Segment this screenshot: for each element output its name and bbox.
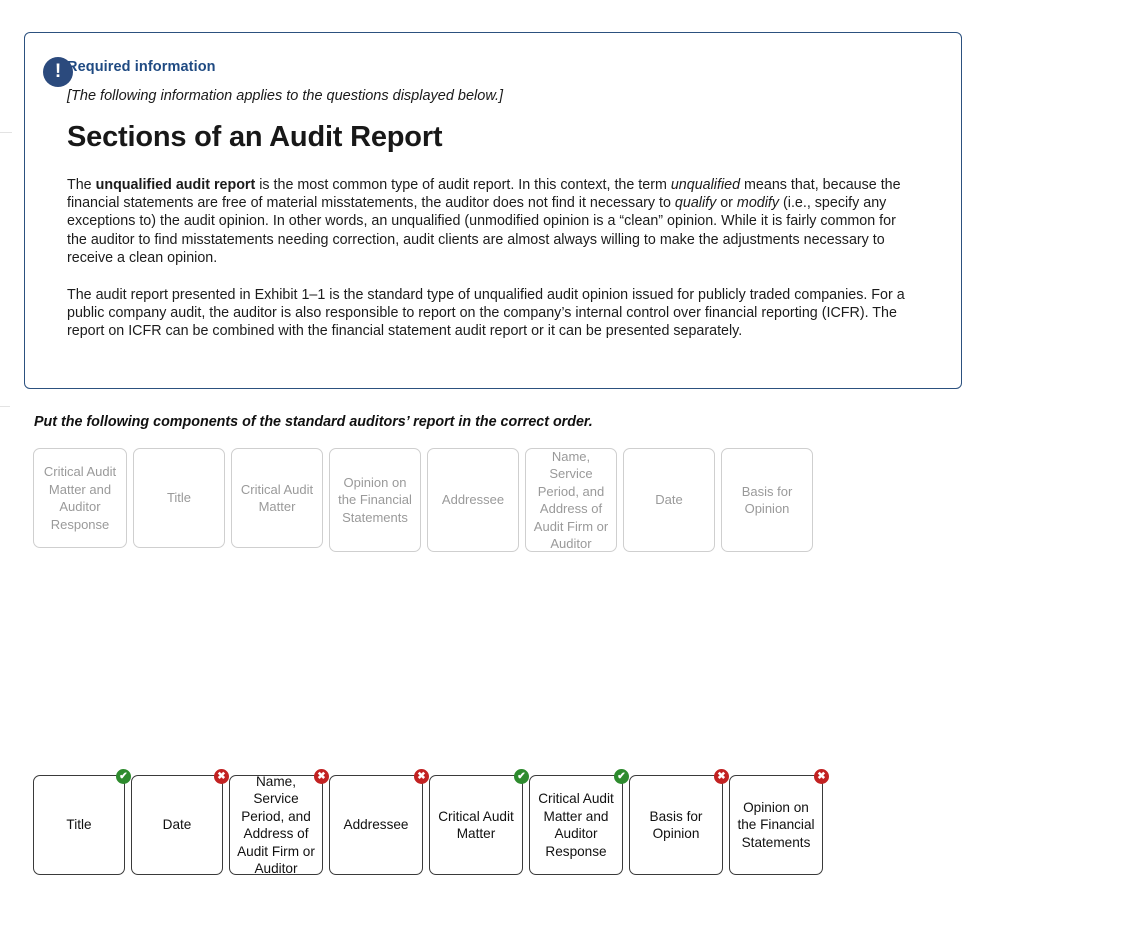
required-information-card: ! Required information [The following in… [24, 32, 962, 389]
incorrect-icon: ✖ [414, 769, 429, 784]
answer-tile[interactable]: Date ✖ [131, 769, 229, 875]
answer-tile[interactable]: Critical Audit Matter ✔ [429, 769, 529, 875]
source-tile[interactable]: Critical Audit Matter and Auditor Respon… [33, 448, 127, 548]
correct-icon: ✔ [614, 769, 629, 784]
answer-tile-row: Title ✔ Date ✖ Name, Service Period, and Add… [33, 769, 829, 877]
answer-tile[interactable]: Critical Audit Matter and Auditor Respon… [529, 769, 629, 875]
answer-tile[interactable]: Title ✔ [33, 769, 131, 875]
answer-tile[interactable]: Basis for Opinion ✖ [629, 769, 729, 875]
applies-note: [The following information applies to th… [67, 88, 504, 104]
source-tile-row: Critical Audit Matter and Auditor Respon… [33, 448, 819, 552]
incorrect-icon: ✖ [214, 769, 229, 784]
tile-label: Opinion on the Financial Statements [737, 799, 815, 850]
tile-label: Addressee [343, 817, 409, 833]
exclamation-icon: ! [43, 57, 73, 87]
tile-label: Date [655, 492, 683, 508]
incorrect-icon: ✖ [814, 769, 829, 784]
incorrect-icon: ✖ [314, 769, 329, 784]
tile-label: Date [162, 817, 192, 833]
required-information-content: Required information [The following info… [25, 33, 961, 341]
source-tile[interactable]: Title [133, 448, 225, 548]
incorrect-icon: ✖ [714, 769, 729, 784]
source-tile[interactable]: Addressee [427, 448, 519, 552]
source-tile[interactable]: Basis for Opinion [721, 448, 813, 552]
correct-icon: ✔ [514, 769, 529, 784]
question-prompt: Put the following components of the stan… [34, 414, 593, 430]
tile-label: Title [166, 490, 192, 506]
tile-label: Critical Audit Matter and Auditor Respon… [43, 464, 117, 532]
required-information-label: Required information [67, 59, 216, 75]
page-title: Sections of an Audit Report [67, 121, 443, 153]
tile-label: Critical Audit Matter and Auditor Respon… [538, 791, 614, 859]
source-tile[interactable]: Name, Service Period, and Address of Aud… [525, 448, 617, 552]
body-paragraph-1: The unqualified audit report is the most… [67, 177, 901, 266]
correct-icon: ✔ [116, 769, 131, 784]
answer-tile[interactable]: Opinion on the Financial Statements ✖ [729, 769, 829, 875]
source-tile[interactable]: Opinion on the Financial Statements [329, 448, 421, 552]
answer-tile[interactable]: Addressee ✖ [329, 769, 429, 875]
source-tile[interactable]: Date [623, 448, 715, 552]
tile-label: Title [66, 817, 92, 833]
tile-label: Basis for Opinion [649, 808, 703, 842]
tile-label: Name, Service Period, and Address of Aud… [237, 773, 315, 877]
tile-label: Critical Audit Matter [240, 481, 314, 515]
tile-label: Critical Audit Matter [438, 808, 514, 842]
left-edge-divider-secondary [0, 406, 10, 407]
answer-tile[interactable]: Name, Service Period, and Address of Aud… [229, 769, 329, 877]
left-edge-divider [0, 132, 12, 133]
tile-label: Addressee [441, 492, 505, 508]
tile-label: Opinion on the Financial Statements [338, 474, 412, 525]
body-paragraph-2: The audit report presented in Exhibit 1–… [67, 287, 905, 340]
tile-label: Basis for Opinion [741, 483, 793, 517]
tile-label: Name, Service Period, and Address of Aud… [533, 448, 609, 552]
source-tile[interactable]: Critical Audit Matter [231, 448, 323, 548]
